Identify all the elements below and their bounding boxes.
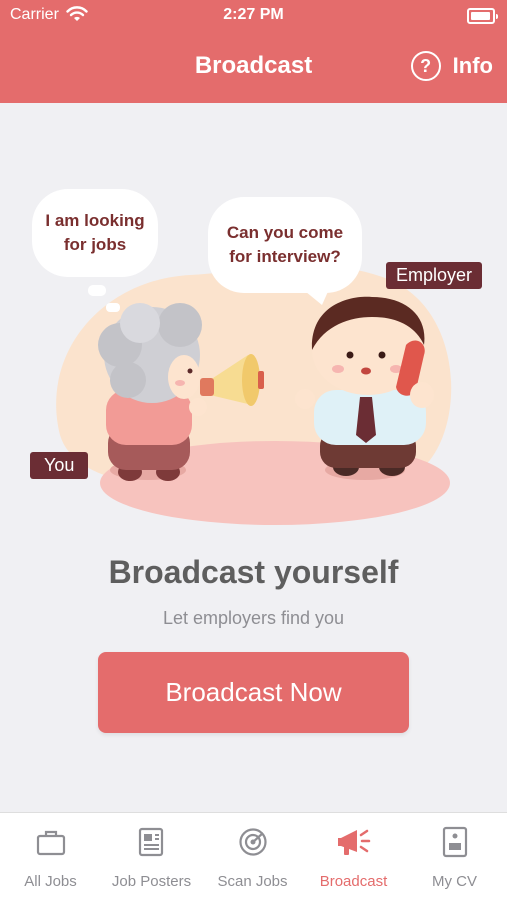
tab-label: Scan Jobs [217,873,288,890]
battery-icon [467,8,498,24]
status-bar: Carrier 2:27 PM [0,0,507,32]
tab-all-jobs[interactable]: All Jobs [0,813,101,901]
tab-scan-jobs[interactable]: Scan Jobs [202,813,303,901]
employer-tag: Employer [386,262,483,289]
speech-bubble-tail [300,287,330,305]
subheadline: Let employers find you [162,608,345,628]
info-button[interactable]: ? Info [410,50,493,82]
broadcast-illustration: I am looking for jobs Can you come for i… [20,185,490,530]
info-button-label: Info [452,53,493,78]
tab-label: Broadcast [319,873,388,890]
tab-broadcast[interactable]: Broadcast [303,813,404,901]
headline: Broadcast yourself [108,554,399,590]
speech-bubble-employer-text: Can you come for interview? [226,223,344,266]
tab-bar: All Jobs Job Posters Scan Jobs Broadcast… [0,812,507,901]
briefcase-icon [34,825,68,859]
tab-label: Job Posters [111,873,192,890]
clock-label: 2:27 PM [223,6,284,23]
tab-label: My CV [432,873,477,890]
tab-my-cv[interactable]: My CV [404,813,505,901]
speech-bubble-you: I am looking for jobs [34,191,156,275]
tab-job-posters[interactable]: Job Posters [101,813,202,901]
megaphone-icon [337,825,371,859]
newspaper-icon [135,825,169,859]
you-tag: You [30,452,89,479]
speech-bubble-you-text: I am looking for jobs [45,211,145,254]
broadcast-now-button[interactable]: Broadcast Now [98,652,409,733]
radar-icon [236,825,270,859]
id-card-icon [438,825,472,859]
help-icon: ? [410,51,441,81]
broadcast-now-label: Broadcast Now [165,677,342,707]
speech-bubble-employer: Can you come for interview? [210,199,360,291]
navigation-header: Carrier 2:27 PM Broadcast ? Info [0,0,507,103]
tab-label: All Jobs [24,873,77,890]
